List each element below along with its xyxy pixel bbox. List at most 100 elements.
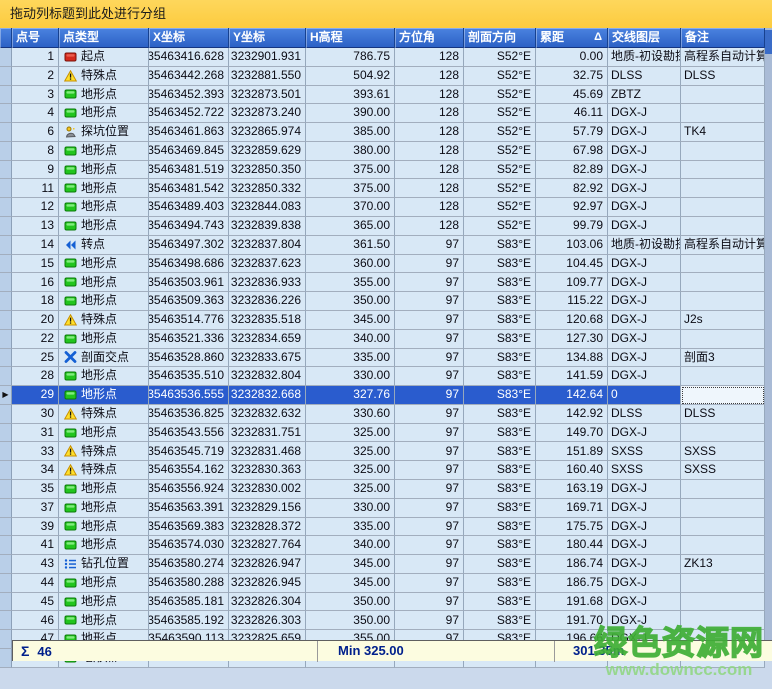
cell-type[interactable]: 地形点	[59, 255, 149, 274]
cell-dir[interactable]: S52°E	[464, 198, 536, 217]
cell-az[interactable]: 97	[395, 255, 464, 274]
cell-remark[interactable]	[681, 104, 765, 123]
cell-remark[interactable]	[681, 386, 765, 405]
row-indicator-cell[interactable]	[0, 461, 12, 480]
cell-type[interactable]: 特殊点	[59, 461, 149, 480]
table-row[interactable]: 12地形点35463489.4033232844.083370.00128S52…	[0, 198, 765, 217]
table-row[interactable]: 3地形点35463452.3933232873.501393.61128S52°…	[0, 86, 765, 105]
cell-x[interactable]: 35463536.555	[149, 386, 229, 405]
cell-az[interactable]: 128	[395, 161, 464, 180]
cell-dir[interactable]: S83°E	[464, 480, 536, 499]
cell-dir[interactable]: S83°E	[464, 536, 536, 555]
table-row[interactable]: 1起点35463416.6283232901.931786.75128S52°E…	[0, 48, 765, 67]
cell-dir[interactable]: S83°E	[464, 461, 536, 480]
row-indicator-cell[interactable]	[0, 311, 12, 330]
cell-y[interactable]: 3232826.945	[229, 574, 306, 593]
cell-id[interactable]: 33	[12, 442, 59, 461]
row-indicator-cell[interactable]	[0, 536, 12, 555]
cell-dist[interactable]: 82.92	[536, 179, 608, 198]
cell-remark[interactable]	[681, 330, 765, 349]
table-row[interactable]: 30特殊点35463536.8253232832.632330.6097S83°…	[0, 405, 765, 424]
column-header-dist[interactable]: 累距Δ	[536, 28, 608, 48]
cell-remark[interactable]: 高程系自动计算	[681, 236, 765, 255]
cell-dir[interactable]: S83°E	[464, 367, 536, 386]
cell-az[interactable]: 97	[395, 593, 464, 612]
column-header-id[interactable]: 点号	[12, 28, 59, 48]
cell-dist[interactable]: 67.98	[536, 142, 608, 161]
cell-dir[interactable]: S52°E	[464, 217, 536, 236]
cell-type[interactable]: 地形点	[59, 536, 149, 555]
cell-type[interactable]: 地形点	[59, 499, 149, 518]
table-row[interactable]: 20特殊点35463514.7763232835.518345.0097S83°…	[0, 311, 765, 330]
cell-type[interactable]: 地形点	[59, 86, 149, 105]
row-indicator-cell[interactable]	[0, 330, 12, 349]
cell-x[interactable]: 35463494.743	[149, 217, 229, 236]
cell-dir[interactable]: S83°E	[464, 555, 536, 574]
cell-x[interactable]: 35463497.302	[149, 236, 229, 255]
cell-h[interactable]: 365.00	[306, 217, 395, 236]
cell-y[interactable]: 3232836.933	[229, 273, 306, 292]
cell-type[interactable]: 地形点	[59, 179, 149, 198]
cell-type[interactable]: 地形点	[59, 424, 149, 443]
cell-id[interactable]: 46	[12, 611, 59, 630]
cell-dist[interactable]: 82.89	[536, 161, 608, 180]
table-row[interactable]: 9地形点35463481.5193232850.350375.00128S52°…	[0, 161, 765, 180]
row-indicator-cell[interactable]	[0, 367, 12, 386]
cell-h[interactable]: 504.92	[306, 67, 395, 86]
cell-x[interactable]: 35463481.519	[149, 161, 229, 180]
cell-dir[interactable]: S83°E	[464, 386, 536, 405]
cell-id[interactable]: 1	[12, 48, 59, 67]
table-row[interactable]: 41地形点35463574.0303232827.764340.0097S83°…	[0, 536, 765, 555]
cell-y[interactable]: 3232850.350	[229, 161, 306, 180]
cell-h[interactable]: 345.00	[306, 311, 395, 330]
cell-az[interactable]: 97	[395, 611, 464, 630]
cell-y[interactable]: 3232828.372	[229, 518, 306, 537]
cell-y[interactable]: 3232865.974	[229, 123, 306, 142]
cell-y[interactable]: 3232830.002	[229, 480, 306, 499]
cell-id[interactable]: 12	[12, 198, 59, 217]
cell-type[interactable]: 地形点	[59, 611, 149, 630]
cell-layer[interactable]: 地质-初设勘探	[608, 48, 681, 67]
row-indicator-cell[interactable]	[0, 198, 12, 217]
row-indicator-cell[interactable]	[0, 179, 12, 198]
column-header-remark[interactable]: 备注	[681, 28, 765, 48]
row-indicator-cell[interactable]	[0, 349, 12, 368]
cell-id[interactable]: 29	[12, 386, 59, 405]
cell-h[interactable]: 350.00	[306, 611, 395, 630]
cell-y[interactable]: 3232839.838	[229, 217, 306, 236]
cell-dir[interactable]: S83°E	[464, 405, 536, 424]
cell-y[interactable]: 3232837.804	[229, 236, 306, 255]
cell-type[interactable]: 地形点	[59, 386, 149, 405]
column-header-h[interactable]: H高程	[306, 28, 395, 48]
cell-id[interactable]: 20	[12, 311, 59, 330]
cell-dir[interactable]: S83°E	[464, 292, 536, 311]
cell-type[interactable]: 地形点	[59, 574, 149, 593]
cell-x[interactable]: 35463556.924	[149, 480, 229, 499]
cell-dir[interactable]: S52°E	[464, 161, 536, 180]
cell-y[interactable]: 3232832.668	[229, 386, 306, 405]
cell-dist[interactable]: 169.71	[536, 499, 608, 518]
row-indicator-cell[interactable]	[0, 273, 12, 292]
cell-id[interactable]: 8	[12, 142, 59, 161]
cell-dist[interactable]: 120.68	[536, 311, 608, 330]
row-indicator-cell[interactable]	[0, 574, 12, 593]
cell-h[interactable]: 345.00	[306, 555, 395, 574]
cell-y[interactable]: 3232901.931	[229, 48, 306, 67]
cell-layer[interactable]: DGX-J	[608, 574, 681, 593]
row-indicator-cell[interactable]	[0, 161, 12, 180]
cell-dist[interactable]: 186.75	[536, 574, 608, 593]
cell-id[interactable]: 11	[12, 179, 59, 198]
cell-remark[interactable]	[681, 499, 765, 518]
cell-y[interactable]: 3232833.675	[229, 349, 306, 368]
cell-x[interactable]: 35463535.510	[149, 367, 229, 386]
row-indicator-cell[interactable]	[0, 518, 12, 537]
cell-az[interactable]: 97	[395, 555, 464, 574]
table-row[interactable]: 16地形点35463503.9613232836.933355.0097S83°…	[0, 273, 765, 292]
cell-layer[interactable]: DLSS	[608, 67, 681, 86]
cell-x[interactable]: 35463514.776	[149, 311, 229, 330]
cell-id[interactable]: 9	[12, 161, 59, 180]
cell-x[interactable]: 35463442.268	[149, 67, 229, 86]
cell-h[interactable]: 340.00	[306, 536, 395, 555]
cell-y[interactable]: 3232830.363	[229, 461, 306, 480]
column-header-dir[interactable]: 剖面方向	[464, 28, 536, 48]
